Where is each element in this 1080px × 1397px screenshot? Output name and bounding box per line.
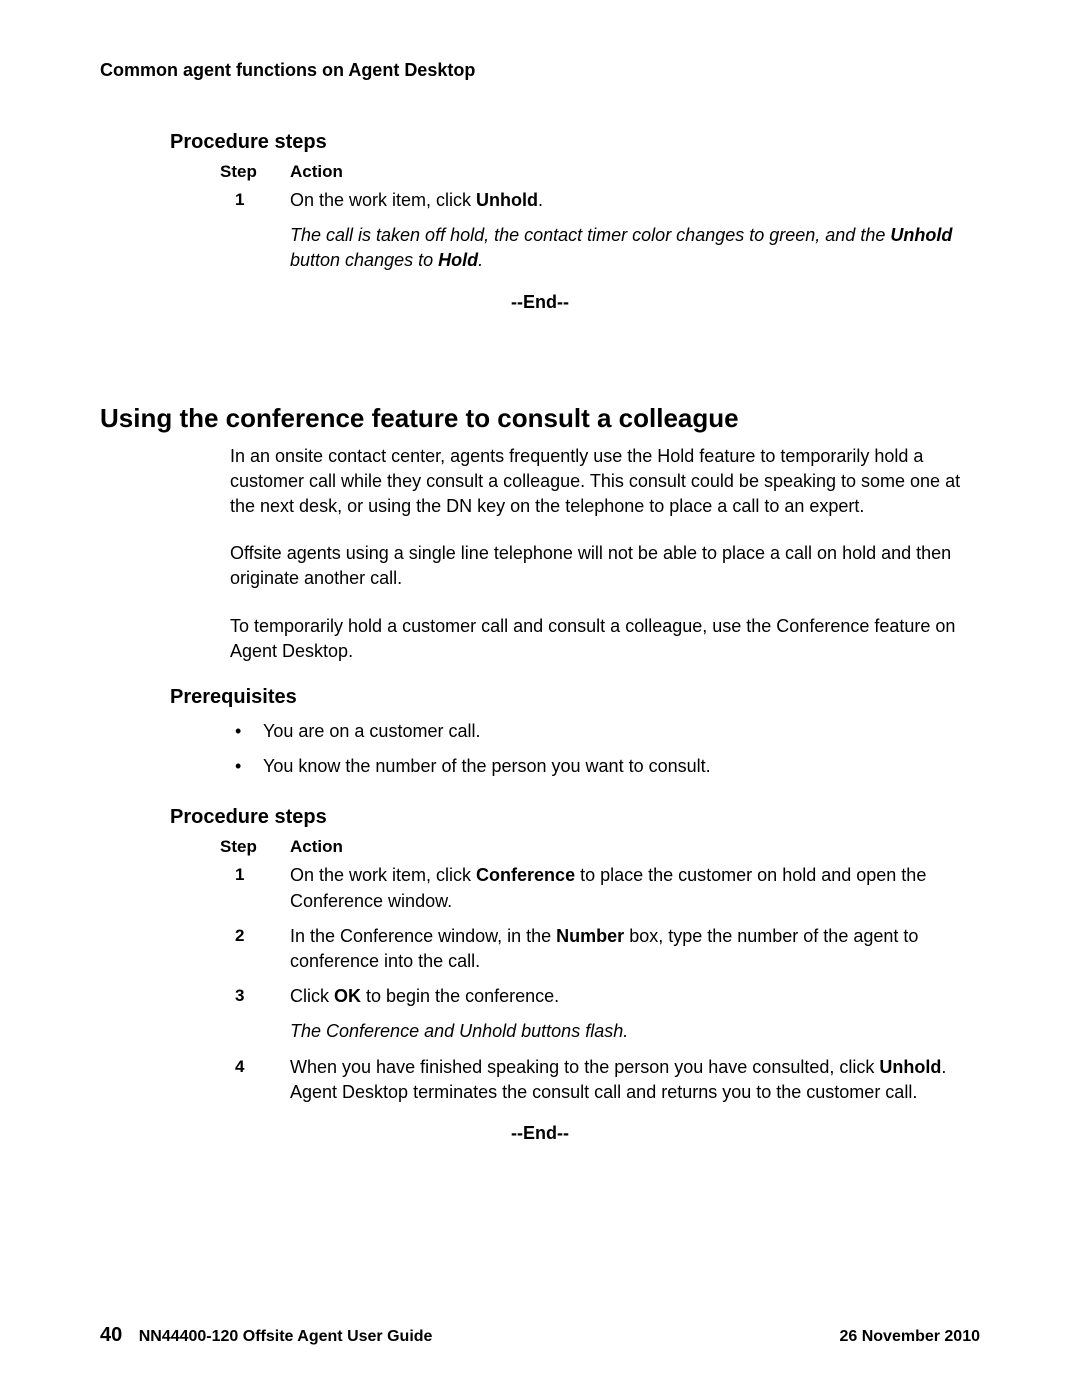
step-text-bold: Number [556, 926, 624, 946]
step-header-row-2: Step Action [220, 837, 980, 857]
end-marker-2: --End-- [100, 1123, 980, 1144]
step-row: 1 On the work item, click Unhold. [220, 188, 980, 213]
step-text-bold: OK [334, 986, 361, 1006]
step-label: Step [220, 162, 290, 182]
step-text-pre: When you have finished speaking to the p… [290, 1057, 879, 1077]
step-header-row-1: Step Action [220, 162, 980, 182]
footer-left: 40 NN44400-120 Offsite Agent User Guide [100, 1324, 432, 1347]
step-row: 1 On the work item, click Conference to … [220, 863, 980, 913]
step-text-bold: Unhold [476, 190, 538, 210]
step-row: 4 When you have finished speaking to the… [220, 1055, 980, 1105]
procedure-heading-1: Procedure steps [170, 131, 980, 154]
result-mid: button changes to [290, 250, 438, 270]
footer-date: 26 November 2010 [839, 1328, 980, 1346]
prerequisites-heading: Prerequisites [170, 686, 980, 709]
step-text-bold: Conference [476, 865, 575, 885]
step-num: 3 [220, 984, 290, 1009]
step-row: 3 Click OK to begin the conference. [220, 984, 980, 1009]
list-item: • You are on a customer call. [235, 717, 980, 746]
step-row: 2 In the Conference window, in the Numbe… [220, 924, 980, 974]
step-action: On the work item, click Conference to pl… [290, 863, 980, 913]
action-label: Action [290, 837, 980, 857]
section-para-3: To temporarily hold a customer call and … [230, 614, 980, 664]
result-post: . [478, 250, 483, 270]
step-result: The call is taken off hold, the contact … [290, 223, 980, 273]
bullet-text: You are on a customer call. [263, 717, 980, 746]
result-pre: The call is taken off hold, the contact … [290, 225, 890, 245]
step-text-bold: Unhold [879, 1057, 941, 1077]
list-item: • You know the number of the person you … [235, 752, 980, 781]
section-para-2: Offsite agents using a single line telep… [230, 541, 980, 591]
page-header: Common agent functions on Agent Desktop [100, 60, 980, 81]
page-number: 40 [100, 1324, 122, 1346]
step-text-pre: On the work item, click [290, 865, 476, 885]
procedure-heading-2: Procedure steps [170, 806, 980, 829]
bullet-icon: • [235, 752, 263, 781]
bullet-text: You know the number of the person you wa… [263, 752, 980, 781]
step-num: 4 [220, 1055, 290, 1105]
section-heading: Using the conference feature to consult … [100, 403, 980, 434]
step-num: 1 [220, 863, 290, 913]
step-text-post: . [538, 190, 543, 210]
result-bold2: Hold [438, 250, 478, 270]
step-text-post: to begin the conference. [361, 986, 559, 1006]
doc-title: NN44400-120 Offsite Agent User Guide [139, 1328, 433, 1345]
step-action: When you have finished speaking to the p… [290, 1055, 980, 1105]
step-action: Click OK to begin the conference. [290, 984, 980, 1009]
step-text-pre: Click [290, 986, 334, 1006]
step-action: On the work item, click Unhold. [290, 188, 980, 213]
bullet-icon: • [235, 717, 263, 746]
step-text-pre: In the Conference window, in the [290, 926, 556, 946]
action-label: Action [290, 162, 980, 182]
page-footer: 40 NN44400-120 Offsite Agent User Guide … [100, 1324, 980, 1347]
section-para-1: In an onsite contact center, agents freq… [230, 444, 980, 520]
step-text-pre: On the work item, click [290, 190, 476, 210]
step-label: Step [220, 837, 290, 857]
step-num: 1 [220, 188, 290, 213]
document-page: Common agent functions on Agent Desktop … [0, 0, 1080, 1397]
result-bold1: Unhold [890, 225, 952, 245]
end-marker-1: --End-- [100, 292, 980, 313]
step-result: The Conference and Unhold buttons flash. [290, 1019, 980, 1044]
step-action: In the Conference window, in the Number … [290, 924, 980, 974]
bullet-list: • You are on a customer call. • You know… [235, 717, 980, 781]
step-num: 2 [220, 924, 290, 974]
